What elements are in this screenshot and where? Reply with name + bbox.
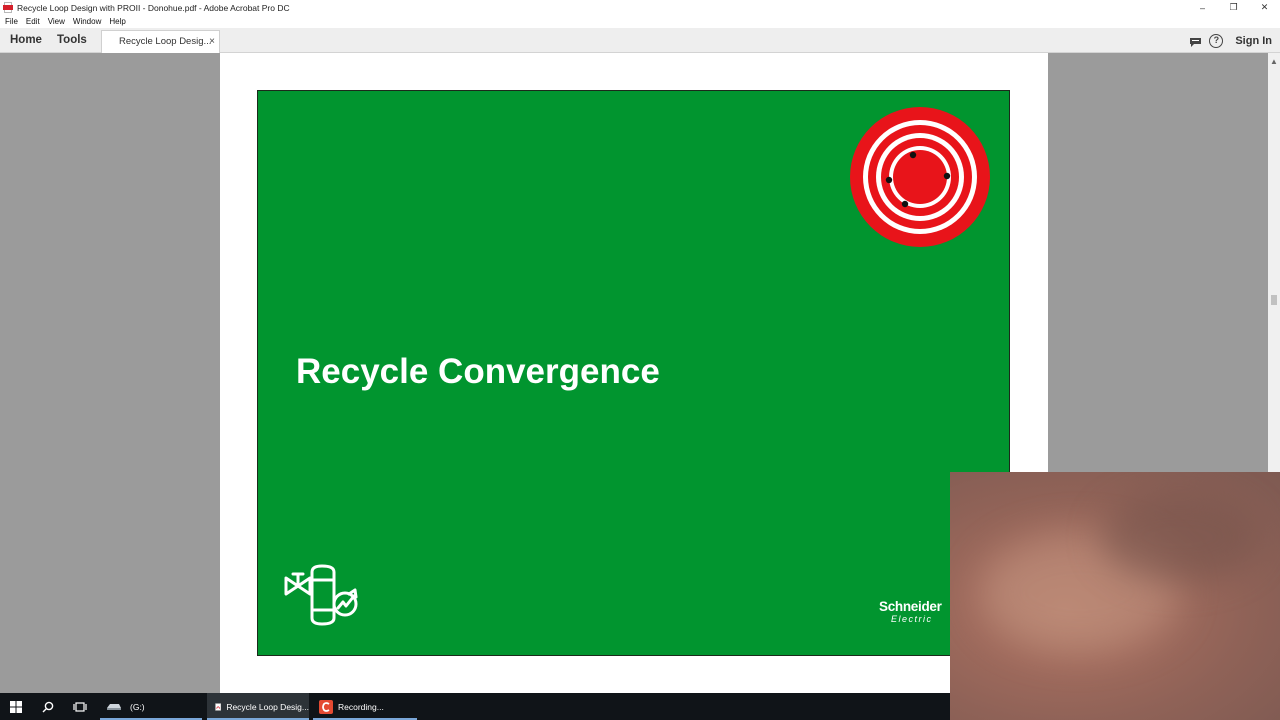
toolbar-right-group: ? Sign In — [1189, 28, 1272, 53]
taskbar-recording-label: Recording... — [338, 701, 384, 712]
drive-icon — [107, 703, 121, 710]
document-tab[interactable]: Recycle Loop Desig... × — [101, 30, 220, 53]
brand-subname: Electric — [891, 614, 933, 624]
slide-title: Recycle Convergence — [296, 352, 660, 391]
acrobat-toolbar: Home Tools Recycle Loop Desig... × ? Sig… — [0, 28, 1280, 53]
comment-icon[interactable] — [1189, 35, 1202, 47]
window-title: Recycle Loop Design with PROII - Donohue… — [17, 2, 290, 13]
menu-window[interactable]: Window — [73, 17, 101, 26]
taskbar-drive-g[interactable]: (G:) — [100, 693, 202, 720]
schneider-electric-logo: Schneider Electric — [879, 599, 942, 625]
taskbar-recording[interactable]: Recording... — [313, 693, 417, 720]
acrobat-pdf-icon — [3, 2, 13, 13]
window-controls: – ❐ ✕ — [1187, 0, 1280, 15]
menu-bar: File Edit View Window Help — [0, 15, 1280, 28]
start-button[interactable] — [0, 693, 32, 720]
webcam-blur-shadow — [1100, 492, 1260, 582]
sign-in-link[interactable]: Sign In — [1235, 35, 1272, 47]
menu-edit[interactable]: Edit — [26, 17, 40, 26]
restore-button[interactable]: ❐ — [1218, 0, 1249, 15]
menu-help[interactable]: Help — [109, 17, 125, 26]
scroll-up-arrow-icon[interactable]: ▲ — [1270, 57, 1278, 66]
help-icon[interactable]: ? — [1209, 33, 1224, 48]
menu-file[interactable]: File — [5, 17, 18, 26]
task-view-button[interactable] — [64, 693, 96, 720]
slide: Recycle Convergence Schneider Electric — [257, 90, 1010, 656]
scrollbar-thumb[interactable] — [1271, 295, 1277, 305]
webcam-overlay — [950, 472, 1280, 720]
taskbar-acrobat-label: Recycle Loop Desig... — [226, 701, 309, 712]
task-view-icon — [73, 701, 87, 712]
home-tab[interactable]: Home — [10, 28, 42, 53]
process-equipment-icon — [284, 564, 358, 626]
taskbar-drive-label: (G:) — [130, 701, 145, 712]
target-icon — [850, 107, 990, 247]
menu-view[interactable]: View — [48, 17, 65, 26]
pdf-page: Recycle Convergence Schneider Electric — [220, 53, 1048, 693]
windows-taskbar: (G:) Recycle Loop Desig... Recording... — [0, 693, 950, 720]
search-icon — [42, 701, 54, 712]
minimize-button[interactable]: – — [1187, 0, 1218, 15]
window-title-bar: Recycle Loop Design with PROII - Donohue… — [0, 0, 1280, 15]
acrobat-taskbar-icon — [215, 702, 222, 711]
search-button[interactable] — [32, 693, 64, 720]
tools-tab[interactable]: Tools — [57, 28, 87, 53]
recording-app-icon — [319, 699, 333, 714]
taskbar-acrobat[interactable]: Recycle Loop Desig... — [207, 693, 309, 720]
windows-logo-icon — [10, 700, 22, 713]
document-tab-label: Recycle Loop Desig... — [119, 36, 212, 47]
brand-name: Schneider — [879, 599, 942, 614]
document-tab-close-icon[interactable]: × — [209, 31, 215, 53]
close-window-button[interactable]: ✕ — [1249, 0, 1280, 15]
